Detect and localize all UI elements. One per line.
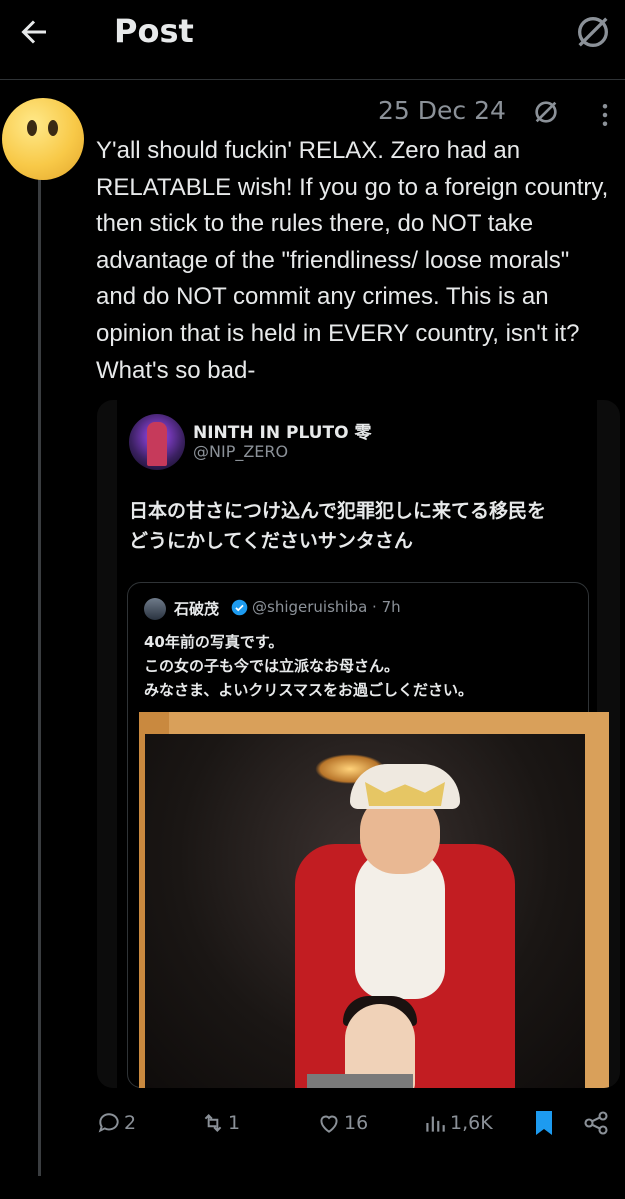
avatar[interactable] [2, 98, 84, 180]
reply-icon [98, 1113, 119, 1133]
like-button[interactable]: 16 [316, 1106, 368, 1140]
views-button[interactable]: 1,6K [422, 1106, 493, 1140]
quoted-avatar [129, 414, 185, 470]
inner-text: 40年前の写真です。 この女の子も今では立派なお母さん。 みなさま、よいクリスマ… [144, 633, 473, 699]
inner-handle: @shigeruishiba · 7h [252, 598, 401, 616]
reply-button[interactable]: 2 [96, 1106, 136, 1140]
views-count: 1,6K [450, 1112, 493, 1134]
avatar-eye-icon [48, 120, 58, 136]
verified-badge-icon [231, 599, 248, 616]
quoted-handle: @NIP_ZERO [193, 442, 289, 461]
like-count: 16 [344, 1112, 369, 1134]
quoted-media[interactable]: NINTH IN PLUTO 零 @NIP_ZERO 日本の甘さにつけ込んで犯罪… [97, 400, 620, 1088]
action-bar: 2 1 16 1,6K [96, 1106, 616, 1146]
inner-name: 石破茂 [174, 600, 220, 618]
more-icon[interactable] [590, 100, 620, 130]
inner-avatar [144, 598, 166, 620]
quoted-post-card: NINTH IN PLUTO 零 @NIP_ZERO 日本の甘さにつけ込んで犯罪… [117, 400, 609, 1088]
views-icon [426, 1116, 445, 1132]
grok-icon[interactable] [573, 12, 613, 52]
share-icon[interactable] [582, 1109, 610, 1137]
quoted-text: 日本の甘さにつけ込んで犯罪犯しに来てる移民を どうにかしてくださいサンタさん [129, 500, 547, 552]
post-text: Y'all should fuckin' RELAX. Zero had an … [96, 137, 609, 384]
repost-count: 1 [228, 1112, 241, 1134]
like-icon [320, 1115, 338, 1133]
santa-photo [139, 712, 609, 1088]
bookmark-icon[interactable] [532, 1109, 556, 1137]
back-arrow-icon[interactable] [16, 14, 52, 50]
quoted-name: NINTH IN PLUTO 零 [193, 423, 372, 443]
repost-icon [204, 1114, 222, 1132]
thread-line [38, 178, 41, 1176]
censor-bar [307, 1074, 413, 1088]
reply-count: 2 [124, 1112, 137, 1134]
grok-icon[interactable] [530, 96, 562, 128]
post-date: 25 Dec 24 [378, 96, 506, 125]
top-bar: Post [0, 0, 625, 80]
avatar-eye-icon [27, 120, 37, 136]
repost-button[interactable]: 1 [200, 1106, 240, 1140]
page-title: Post [114, 12, 194, 50]
